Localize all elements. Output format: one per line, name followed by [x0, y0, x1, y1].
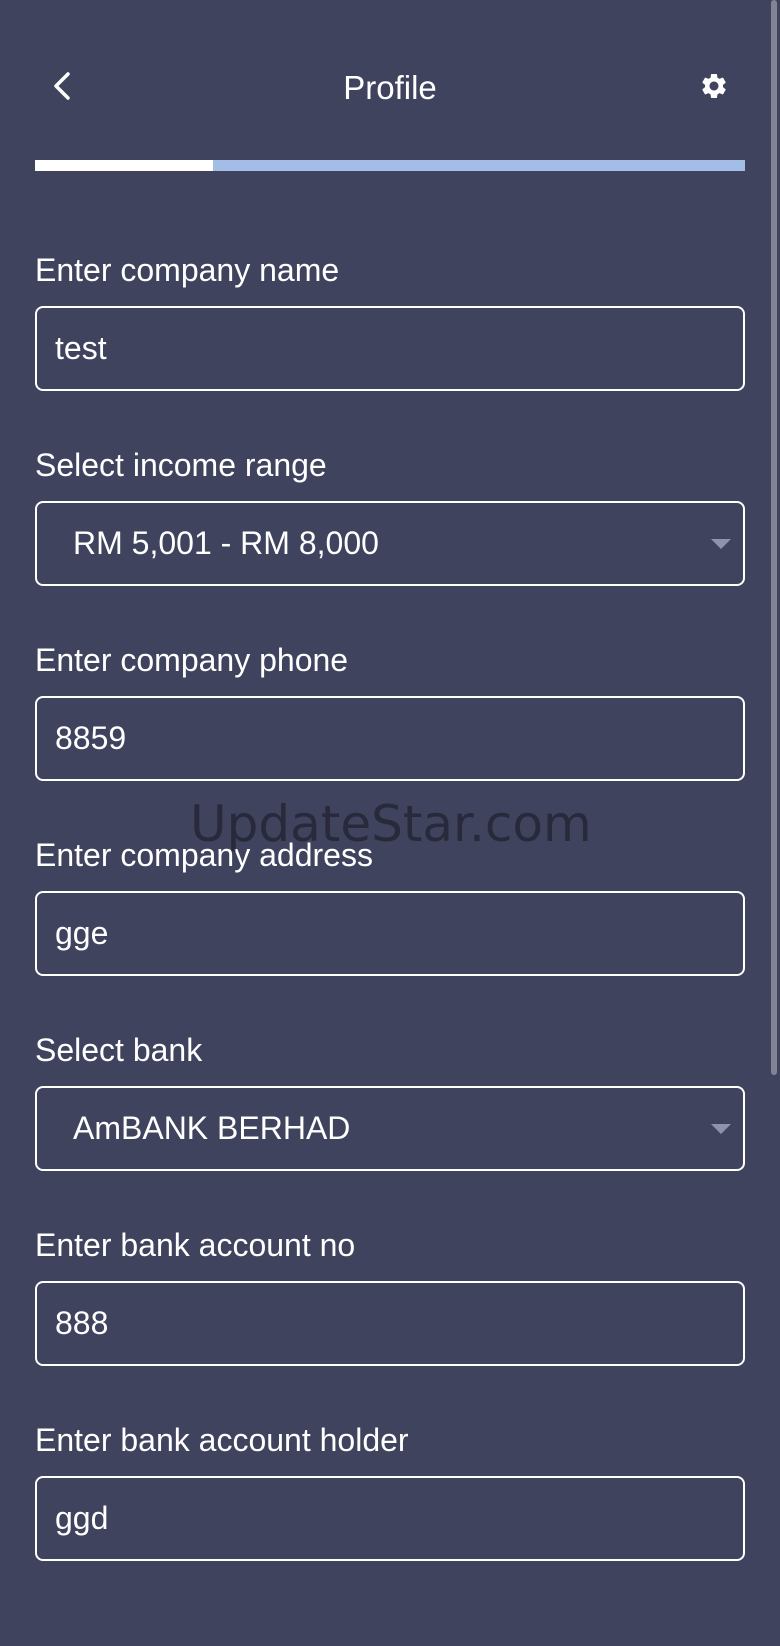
scrollbar[interactable]: [771, 0, 777, 1075]
gear-icon: [702, 74, 726, 98]
company-phone-input[interactable]: [35, 696, 745, 781]
income-range-selected-value: RM 5,001 - RM 8,000: [73, 525, 379, 561]
settings-button[interactable]: [692, 64, 736, 108]
profile-form: Enter company name Select income range R…: [35, 250, 745, 1561]
app-header: Profile: [0, 0, 780, 150]
bank-label: Select bank: [35, 1032, 203, 1068]
income-range-field: Select income range RM 5,001 - RM 8,000: [35, 445, 745, 586]
caret-down-icon: [711, 539, 731, 549]
progress-bar-fill: [35, 160, 213, 171]
bank-account-no-label: Enter bank account no: [35, 1227, 356, 1263]
company-phone-label: Enter company phone: [35, 642, 349, 678]
progress-bar: [35, 160, 745, 171]
bank-selected-value: AmBANK BERHAD: [73, 1110, 351, 1146]
bank-account-no-field: Enter bank account no: [35, 1225, 745, 1366]
income-range-label: Select income range: [35, 447, 327, 483]
page-title: Profile: [343, 69, 437, 106]
bank-select[interactable]: AmBANK BERHAD: [35, 1086, 745, 1171]
company-name-label: Enter company name: [35, 252, 340, 288]
company-address-input[interactable]: [35, 891, 745, 976]
bank-account-no-input[interactable]: [35, 1281, 745, 1366]
caret-down-icon: [711, 1124, 731, 1134]
company-name-field: Enter company name: [35, 250, 745, 391]
company-phone-field: Enter company phone: [35, 640, 745, 781]
company-address-field: Enter company address: [35, 835, 745, 976]
bank-field: Select bank AmBANK BERHAD: [35, 1030, 745, 1171]
bank-account-holder-input[interactable]: [35, 1476, 745, 1561]
company-address-label: Enter company address: [35, 837, 373, 873]
income-range-select[interactable]: RM 5,001 - RM 8,000: [35, 501, 745, 586]
bank-account-holder-label: Enter bank account holder: [35, 1422, 409, 1458]
company-name-input[interactable]: [35, 306, 745, 391]
bank-account-holder-field: Enter bank account holder: [35, 1420, 745, 1561]
